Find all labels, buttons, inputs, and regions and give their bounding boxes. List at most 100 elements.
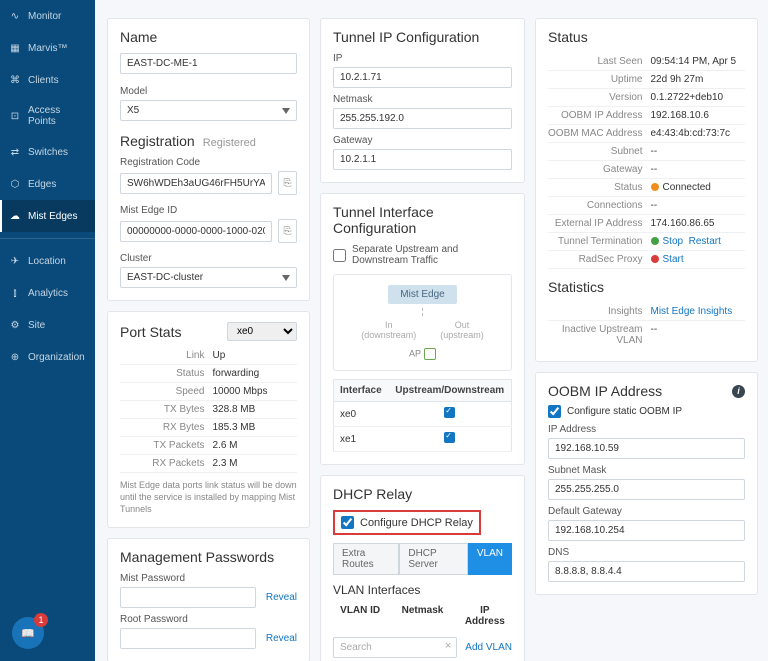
oobm-static-checkbox[interactable]: Configure static OOBM IP [548, 405, 745, 418]
copy-edgeid-button[interactable]: ⎘ [278, 219, 297, 243]
status-label: Status [548, 29, 745, 45]
ip-label: IP [333, 53, 512, 64]
gateway-input[interactable] [333, 149, 512, 170]
tunnel-restart-link[interactable]: Restart [689, 236, 721, 247]
dhcp-relay-checkbox[interactable] [341, 516, 354, 529]
nav-organization[interactable]: ⊕Organization [0, 341, 95, 373]
separate-traffic-input[interactable] [333, 249, 346, 262]
mist-edge-icon: ☁ [8, 209, 22, 223]
oobm-ip-input[interactable] [548, 438, 745, 459]
status-dot-icon [651, 237, 659, 245]
nav-marvis[interactable]: ▦Marvis™ [0, 32, 95, 64]
oobm-static-input[interactable] [548, 405, 561, 418]
copy-regcode-button[interactable]: ⎘ [278, 171, 297, 195]
nav-mist-edges[interactable]: ☁Mist Edges [0, 200, 95, 232]
add-vlan-button[interactable]: Add VLAN [465, 642, 512, 654]
insights-link[interactable]: Mist Edge Insights [651, 306, 733, 317]
traffic-diagram: Mist Edge In(downstream) Out(upstream) A… [333, 274, 512, 371]
copy-icon: ⎘ [284, 178, 292, 189]
edgeid-input[interactable] [120, 221, 272, 242]
nav-edges[interactable]: ⬡Edges [0, 168, 95, 200]
dhcp-relay-highlight: Configure DHCP Relay [333, 510, 481, 535]
vlan-title: VLAN Interfaces [333, 583, 512, 597]
book-icon: 📖 [21, 627, 35, 640]
identity-card: Name Model X5 RegistrationRegistered Reg… [107, 18, 310, 301]
ip-input[interactable] [333, 67, 512, 88]
nav-location[interactable]: ✈Location [0, 245, 95, 277]
cluster-select[interactable]: EAST-DC-cluster [120, 267, 297, 288]
oobm-gateway-input[interactable] [548, 520, 745, 541]
interface-table: InterfaceUpstream/Downstream xe0 xe1 [333, 379, 512, 452]
clear-search-icon[interactable]: × [445, 640, 451, 652]
gateway-label: Gateway [333, 135, 512, 146]
checkbox-checked-icon[interactable] [444, 407, 455, 418]
portstats-card: Port Stats xe0 LinkUp Statusforwarding S… [107, 311, 310, 528]
port-note: Mist Edge data ports link status will be… [120, 479, 297, 515]
tab-extra-routes[interactable]: Extra Routes [333, 543, 399, 575]
ap-icon [424, 348, 436, 360]
location-icon: ✈ [8, 254, 22, 268]
netmask-label: Netmask [333, 94, 512, 105]
mgmt-label: Management Passwords [120, 549, 297, 565]
tunnel-iface-card: Tunnel Interface Configuration Separate … [320, 193, 525, 465]
port-row: Statusforwarding [120, 365, 297, 383]
root-pw-label: Root Password [120, 614, 297, 625]
nav-clients[interactable]: ⌘Clients [0, 64, 95, 96]
nav-site[interactable]: ⚙Site [0, 309, 95, 341]
nav-access-points[interactable]: ⊡Access Points [0, 96, 95, 136]
name-input[interactable] [120, 53, 297, 74]
org-icon: ⊕ [8, 350, 22, 364]
tunnel-ip-label: Tunnel IP Configuration [333, 29, 512, 45]
info-icon[interactable]: i [732, 385, 745, 398]
vlan-search-input[interactable] [333, 637, 457, 658]
mist-password-input[interactable] [120, 587, 256, 608]
stats-label: Statistics [548, 279, 745, 295]
radsec-start-link[interactable]: Start [663, 254, 684, 265]
site-icon: ⚙ [8, 318, 22, 332]
model-select[interactable]: X5 [120, 100, 297, 121]
oobm-subnet-input[interactable] [548, 479, 745, 500]
notif-badge: 1 [34, 613, 48, 627]
regcode-input[interactable] [120, 173, 272, 194]
status-dot-icon [651, 255, 659, 263]
nav-monitor[interactable]: ∿Monitor [0, 0, 95, 32]
mgmt-passwords-card: Management Passwords Mist Password Revea… [107, 538, 310, 661]
tic-label: Tunnel Interface Configuration [333, 204, 512, 236]
switch-icon: ⇄ [8, 145, 22, 159]
root-password-input[interactable] [120, 628, 256, 649]
registration-label: RegistrationRegistered [120, 133, 297, 149]
netmask-input[interactable] [333, 108, 512, 129]
ap-icon: ⊡ [8, 109, 22, 123]
edgeid-label: Mist Edge ID [120, 205, 297, 216]
tunnel-ip-card: Tunnel IP Configuration IP Netmask Gatew… [320, 18, 525, 183]
oobm-dns-input[interactable] [548, 561, 745, 582]
portstats-label: Port Stats [120, 324, 181, 340]
ogw-label: Default Gateway [548, 506, 745, 517]
separate-traffic-checkbox[interactable]: Separate Upstream and Downstream Traffic [333, 244, 512, 266]
checkbox-checked-icon[interactable] [444, 432, 455, 443]
port-row: RX Packets2.3 M [120, 455, 297, 473]
oobm-label: OOBM IP Address [548, 383, 662, 399]
table-row[interactable]: xe0 [334, 402, 512, 427]
tab-dhcp-server[interactable]: DHCP Server [399, 543, 468, 575]
reveal-root-password[interactable]: Reveal [266, 633, 297, 644]
copy-icon: ⎘ [284, 226, 292, 237]
oobm-card: OOBM IP Address i Configure static OOBM … [535, 372, 758, 595]
docs-button[interactable]: 📖 1 [12, 617, 44, 649]
sidebar: ∿Monitor ▦Marvis™ ⌘Clients ⊡Access Point… [0, 0, 95, 661]
nav-divider [0, 238, 95, 239]
dhcp-label: DHCP Relay [333, 486, 512, 502]
status-card: Status Last Seen09:54:14 PM, Apr 5 Uptim… [535, 18, 758, 362]
tab-vlan[interactable]: VLAN [468, 543, 512, 575]
port-select[interactable]: xe0 [227, 322, 297, 341]
nav-switches[interactable]: ⇄Switches [0, 136, 95, 168]
pulse-icon: ∿ [8, 9, 22, 23]
status-dot-icon [651, 183, 659, 191]
tunnel-stop-link[interactable]: Stop [663, 236, 684, 247]
diagram-box: Mist Edge [388, 285, 456, 304]
name-label: Name [120, 29, 297, 45]
table-row[interactable]: xe1 [334, 427, 512, 452]
mist-pw-label: Mist Password [120, 573, 297, 584]
nav-analytics[interactable]: ⫾Analytics [0, 277, 95, 309]
reveal-mist-password[interactable]: Reveal [266, 592, 297, 603]
